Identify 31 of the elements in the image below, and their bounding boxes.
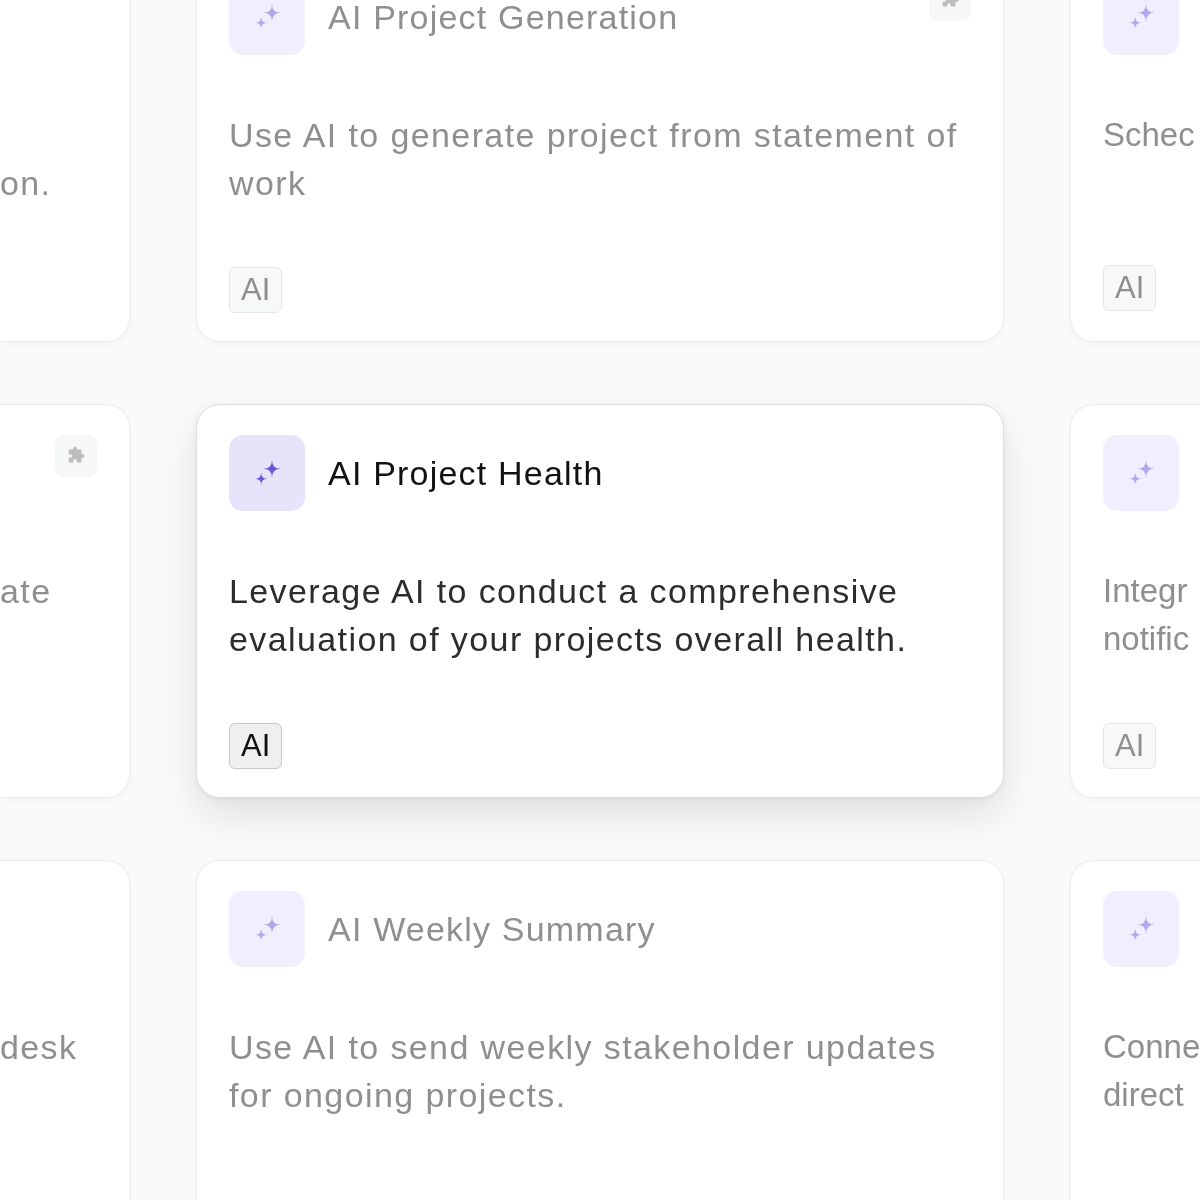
card-title: AI Project Generation (328, 0, 679, 37)
card-description: ate (0, 571, 53, 612)
sparkle-icon (1103, 891, 1179, 967)
card-description: Schec (1103, 115, 1196, 155)
card-background[interactable]: Schec AI (1070, 0, 1200, 342)
card-background[interactable]: AI Project Generation Use AI to generate project from statement of work AI (196, 0, 1004, 342)
ai-tag: AI (229, 267, 283, 313)
card-description: desk (0, 1027, 79, 1068)
card-description: Use AI to send weekly stakeholder updates for ongoing projects. (229, 1027, 938, 1116)
card-background[interactable]: desk (0, 860, 130, 1200)
sparkle-icon (229, 891, 305, 967)
sparkle-icon (229, 0, 305, 55)
card-background[interactable]: Integr notific AI (1070, 404, 1200, 798)
card-description: Use AI to generate project from statement of work (229, 115, 959, 204)
sparkle-icon (1103, 0, 1179, 55)
card-title: AI Project Health (328, 453, 604, 493)
card-background[interactable]: on. (0, 0, 130, 342)
card-background[interactable]: AI Project Health Leverage AI to conduct a comprehensive evaluation of your projects overall health. AI (196, 404, 1004, 798)
card-background[interactable]: ate (0, 404, 130, 798)
ai-tag: AI (1103, 723, 1157, 769)
card-description: Integr notific (1103, 571, 1191, 659)
card-description: on. (0, 163, 53, 204)
card-description: Conne direct (1103, 1027, 1199, 1115)
ai-tag: AI (1103, 265, 1157, 311)
card-description: Leverage AI to conduct a comprehensive evaluation of your projects overall health. (229, 571, 909, 660)
sparkle-icon (229, 435, 305, 511)
ai-tag: AI (229, 723, 283, 769)
sparkle-icon (1103, 435, 1179, 511)
card-background[interactable]: Conne direct (1070, 860, 1200, 1200)
card-title: AI Weekly Summary (328, 909, 656, 949)
card-background[interactable]: AI Weekly Summary Use AI to send weekly stakeholder updates for ongoing projects. (196, 860, 1004, 1200)
